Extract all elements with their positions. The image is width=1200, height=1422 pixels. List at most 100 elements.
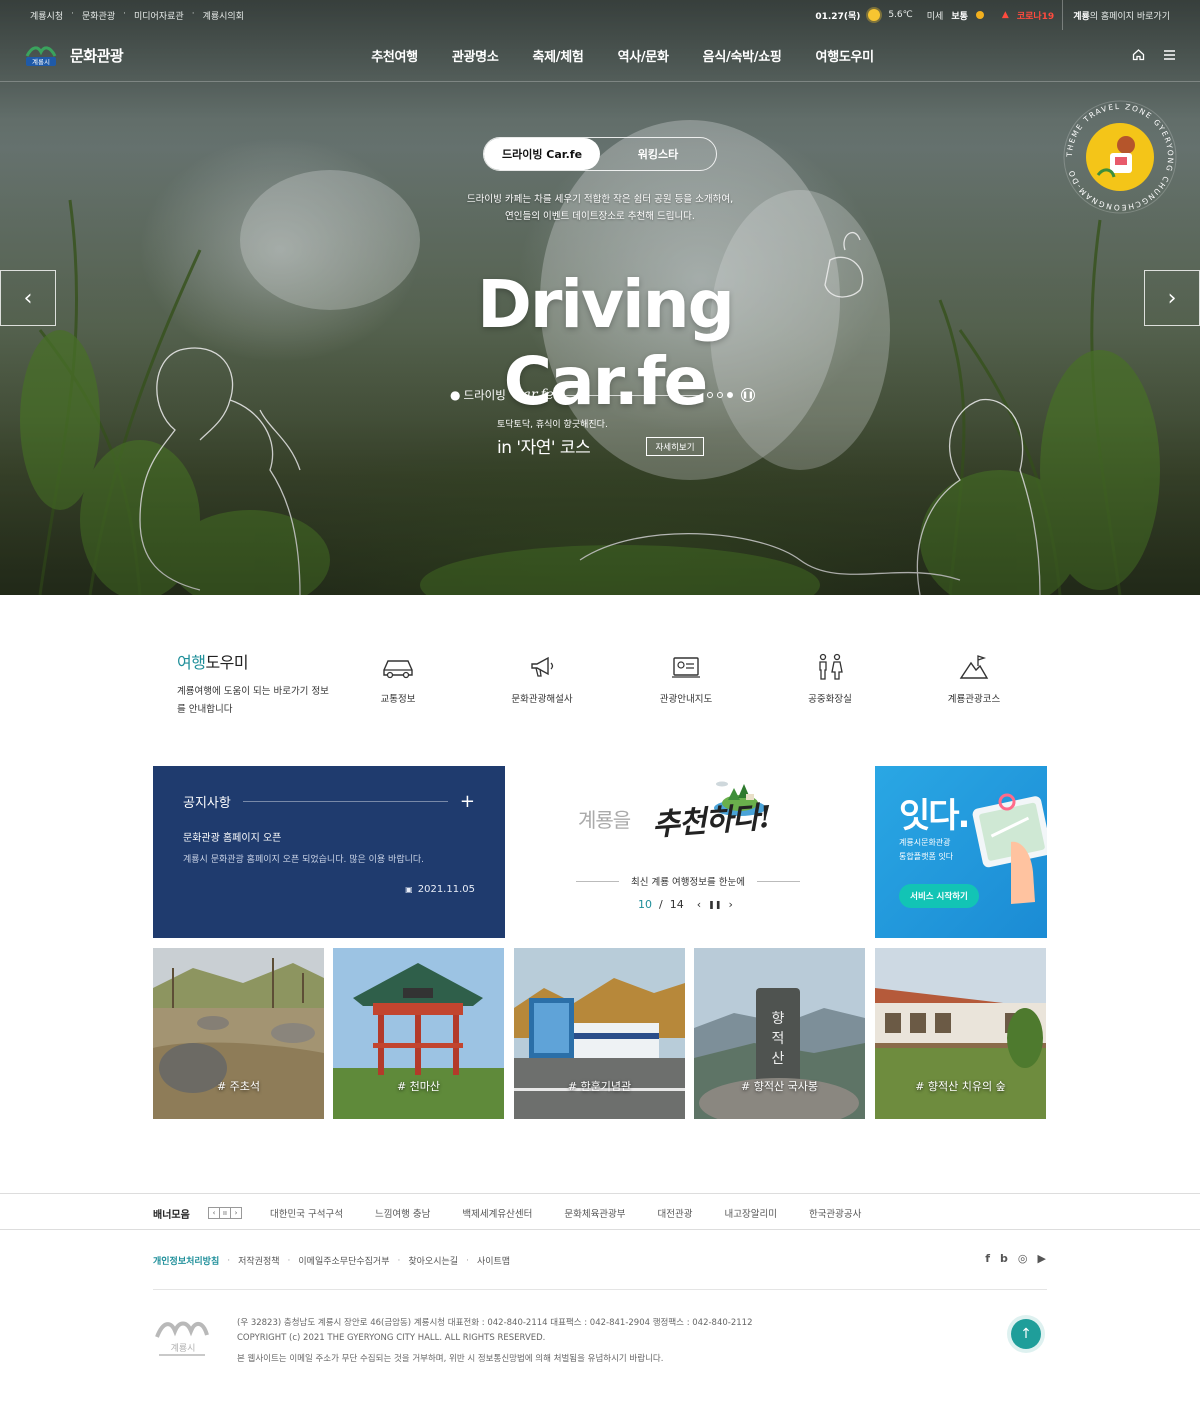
caption-divider [756,880,801,882]
hamburger-menu-icon[interactable] [1163,46,1176,65]
gallery-item[interactable]: # 향적산 치유의 숲 [875,948,1046,1119]
quick-item-label: 문화관광해설사 [511,694,573,705]
svg-text:향: 향 [772,1011,785,1027]
quick-item-map[interactable]: 관광안내지도 [621,651,751,705]
notice-header: 공지사항 + [183,792,475,811]
notice-subject[interactable]: 문화관광 홈페이지 오픈 [183,829,281,844]
quick-item-course[interactable]: 계룡관광코스 [909,651,1039,705]
homepage-shortcut[interactable]: 계룡 의 홈페이지 바로가기 [1062,0,1170,30]
pager-current: 10 [638,898,652,911]
banner-link[interactable]: 백제세계유산센터 [462,1206,532,1220]
chevron-right-icon: › [1167,285,1177,311]
footer-address: (우 32823) 충청남도 계룡시 장안로 46(금암동) 계룡시청 대표전화… [237,1318,753,1328]
gallery-item[interactable]: # 한훈기념관 [514,948,685,1119]
footer-link-sitemap[interactable]: 사이트맵 [477,1254,510,1267]
banner-link[interactable]: 대전관광 [658,1206,693,1220]
hero-description: 드라이빙 카페는 차를 세우기 적합한 작은 쉼터 공원 등을 소개하여, 연인… [400,191,800,225]
util-separator: · [71,8,74,19]
banner-link[interactable]: 한국관광공사 [809,1206,861,1220]
site-logo[interactable]: 계룡시 문화관광 [24,42,124,70]
menu-festival[interactable]: 축제/체험 [532,46,583,65]
location-pin-icon: ● [450,388,461,402]
notice-title: 공지사항 [183,796,231,811]
banner-link[interactable]: 문화체육관광부 [564,1206,625,1220]
banner-collection: 배너모음 ‹ ıı › 대한민국 구석구석 느낌여행 충남 백제세계유산센터 문… [0,1193,1200,1230]
menu-history-culture[interactable]: 역사/문화 [618,46,669,65]
start-service-button[interactable]: 서비스 시작하기 [899,884,979,908]
quick-item-guide[interactable]: 문화관광해설사 [477,651,607,705]
footer-copyright: COPYRIGHT (c) 2021 THE GYERYONG CITY HAL… [237,1333,546,1343]
prev-slide-button[interactable]: ‹ [0,270,56,326]
itda-platform-banner[interactable]: 잇다. 계룡시문화관광 통합플랫폼 잇다 서비스 시작하기 [875,766,1047,938]
plus-icon[interactable]: + [460,792,475,810]
tab-driving-carfe[interactable]: 드라이빙 Car.fe [484,138,600,170]
gallery-item[interactable]: # 천마산 [333,948,504,1119]
menu-recommended-travel[interactable]: 추천여행 [371,46,418,65]
course-subtitle: 토닥토닥, 휴식이 향긋해진다. [497,420,608,430]
megaphone-icon [522,651,562,683]
recommend-text-2: 추천하다! [651,799,772,844]
itda-logo: 잇다. [899,796,970,836]
notice-body: 계룡시 문화관광 홈페이지 오픈 되었습니다. 많은 이용 바랍니다. [183,855,425,865]
menu-travel-helper[interactable]: 여행도우미 [816,46,875,65]
caption-divider [576,880,620,882]
theme-travel-zone-badge: THEME TRAVEL ZONE GYERYONG CHUNGCHEONGNA… [1060,97,1180,217]
util-link-media[interactable]: 미디어자료관 [134,9,184,22]
slide-dot[interactable] [727,392,733,398]
banner-link[interactable]: 대한민국 구석구석 [270,1206,343,1220]
pager-separator: / [659,898,663,911]
alarm-icon: ▲ [1001,10,1009,20]
chevron-right-icon[interactable]: › [230,1207,242,1219]
footer-logo-text: 계룡시 [171,1342,196,1354]
gallery-item[interactable]: 향 적 산 # 향적산 국사봉 [694,948,865,1119]
util-link-tourism[interactable]: 문화관광 [82,9,115,22]
restroom-icon [810,651,850,683]
hero-desc-line1: 드라이빙 카페는 차를 세우기 적합한 작은 쉼터 공원 등을 소개하여, [466,194,734,205]
slide-dot[interactable] [707,392,713,398]
hero-tabs: 드라이빙 Car.fe 워킹스타 [483,137,717,171]
footer-separator: · [287,1255,291,1266]
home-icon[interactable] [1132,46,1145,65]
banner-title: 배너모음 [153,1210,190,1221]
weather-temp: 5.6℃ [888,10,913,20]
next-slide-button[interactable]: › [1144,270,1200,326]
scroll-top-button[interactable]: ↑ [1011,1319,1041,1349]
course-indicator: ● 드라이빙 Car.fe ❚❚ [450,384,755,406]
blog-icon[interactable]: b [1000,1252,1008,1265]
pause-icon[interactable]: ❚❚ [741,388,755,402]
chevron-right-icon[interactable]: › [729,898,733,911]
quick-item-label: 관광안내지도 [659,694,713,705]
footer-divider [153,1289,1047,1290]
city-logo-icon: 계룡시 [24,42,58,70]
menu-attractions[interactable]: 관광명소 [452,46,499,65]
footer-link-email-refusal[interactable]: 이메일주소무단수집거부 [298,1254,389,1267]
corona-link[interactable]: 코로나19 [1017,9,1054,22]
footer-link-privacy[interactable]: 개인정보처리방침 [153,1254,219,1267]
util-separator: · [123,8,126,19]
quick-item-restroom[interactable]: 공중화장실 [765,651,895,705]
course-title: in '자연' 코스 [497,438,591,458]
view-more-button[interactable]: 자세히보기 [646,437,704,456]
gallery-caption: # 향적산 국사봉 [741,1080,818,1093]
menu-food-stay-shopping[interactable]: 음식/숙박/쇼핑 [703,46,782,65]
gallery-item[interactable]: # 주초석 [153,948,324,1119]
youtube-icon[interactable]: ▶ [1038,1252,1046,1265]
chevron-left-icon[interactable]: ‹ [697,898,701,911]
util-link-city[interactable]: 계룡시청 [30,9,63,22]
recommend-caption-row: 최신 계룡 여행정보를 한눈에 [576,874,801,888]
banner-link[interactable]: 내고장알리미 [725,1206,777,1220]
gallery-caption: # 향적산 치유의 숲 [915,1080,1006,1093]
hero-desc-line2: 연인들의 이벤트 데이트장소로 추천해 드립니다. [505,211,695,222]
tab-walking-star[interactable]: 워킹스타 [600,138,716,170]
pause-icon[interactable]: ❚❚ [708,900,721,909]
banner-controls: ‹ ıı › [208,1207,242,1219]
quick-item-traffic[interactable]: 교통정보 [333,651,463,705]
instagram-icon[interactable]: ◎ [1018,1252,1028,1265]
footer-link-directions[interactable]: 찾아오시는길 [408,1254,458,1267]
logo-mark-text: 계룡시 [32,57,50,66]
slide-dot[interactable] [717,392,723,398]
util-link-council[interactable]: 계룡시의회 [203,9,244,22]
footer-link-copyright[interactable]: 저작권정책 [238,1254,279,1267]
banner-link[interactable]: 느낌여행 충남 [375,1206,430,1220]
facebook-icon[interactable]: f [985,1252,990,1265]
